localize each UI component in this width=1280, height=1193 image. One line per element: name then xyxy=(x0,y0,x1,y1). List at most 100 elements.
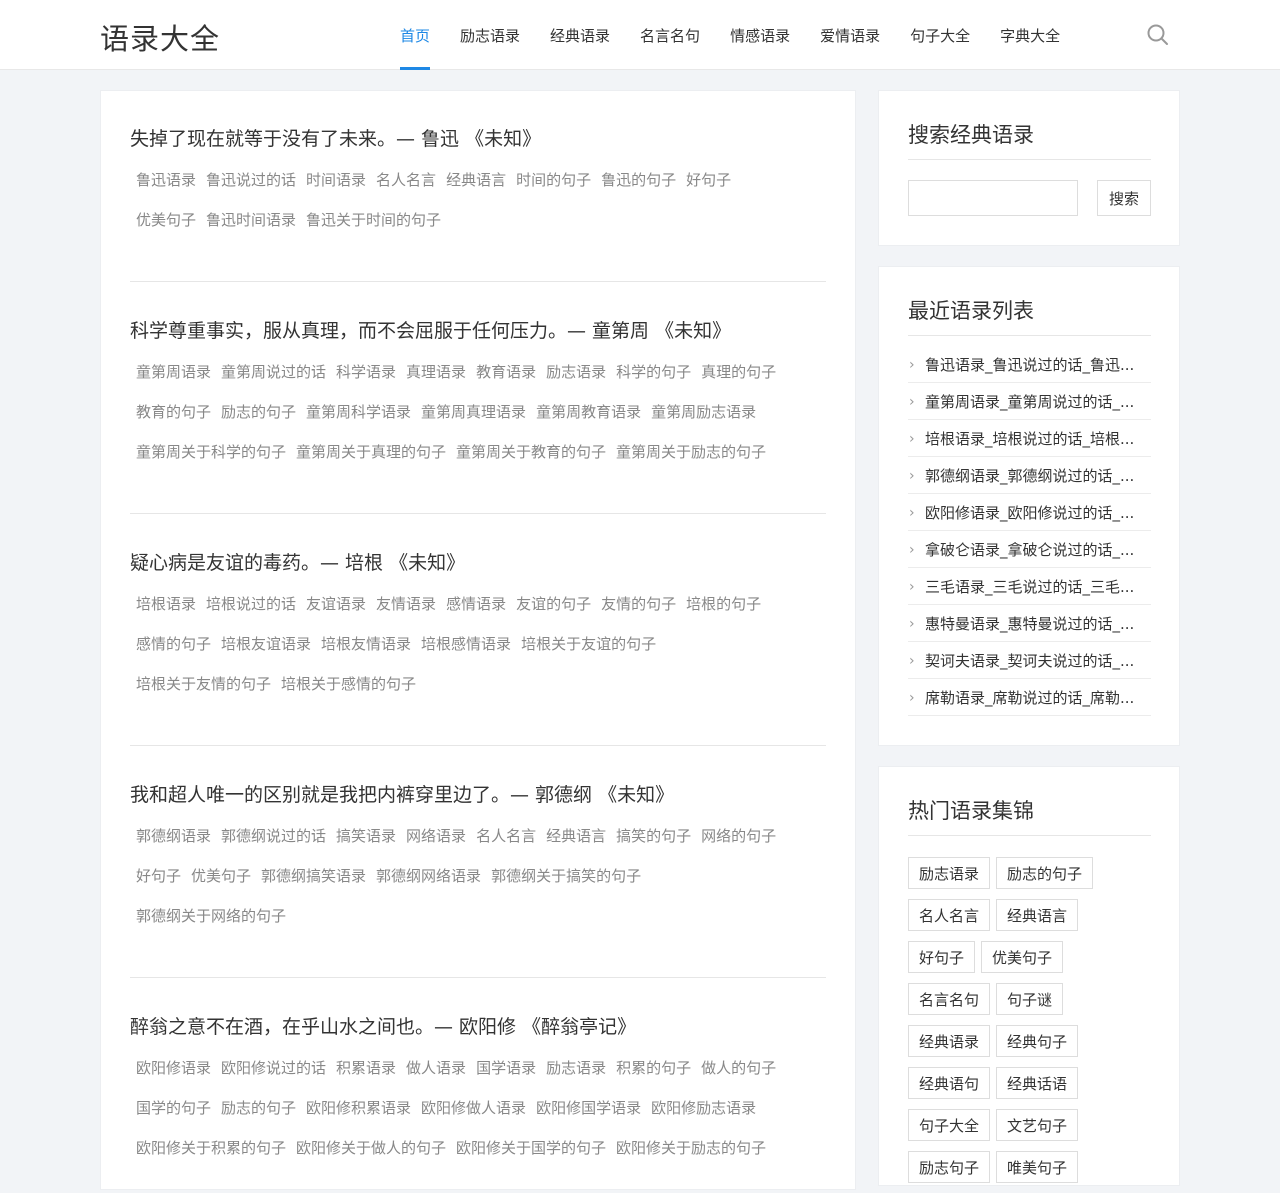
hot-tag[interactable]: 经典语句 xyxy=(908,1067,991,1099)
search-icon[interactable] xyxy=(1146,23,1170,47)
hot-tag[interactable]: 经典句子 xyxy=(996,1025,1079,1057)
hot-tag[interactable]: 经典话语 xyxy=(996,1067,1079,1099)
hot-tag[interactable]: 励志语录 xyxy=(908,857,991,889)
nav-item-love[interactable]: 爱情语录 xyxy=(805,0,895,70)
tag-link[interactable]: 欧阳修国学语录 xyxy=(536,1096,641,1120)
site-logo[interactable]: 语录大全 xyxy=(100,16,220,58)
hot-tag[interactable]: 经典语录 xyxy=(908,1025,991,1057)
recent-item[interactable]: › 三毛语录_三毛说过的话_三毛... xyxy=(908,568,1151,605)
hot-tag[interactable]: 经典语言 xyxy=(996,899,1079,931)
tag-link[interactable]: 国学的句子 xyxy=(136,1096,211,1120)
tag-link[interactable]: 真理语录 xyxy=(406,360,466,384)
tag-link[interactable]: 培根关于感情的句子 xyxy=(281,672,416,696)
tag-link[interactable]: 搞笑语录 xyxy=(336,824,396,848)
nav-item-emotion[interactable]: 情感语录 xyxy=(715,0,805,70)
tag-link[interactable]: 时间的句子 xyxy=(516,168,591,192)
post-title[interactable]: 醉翁之意不在酒，在乎山水之间也。— 欧阳修 《醉翁亭记》 xyxy=(130,1013,826,1041)
post-title[interactable]: 科学尊重事实，服从真理，而不会屈服于任何压力。— 童第周 《未知》 xyxy=(130,317,826,345)
tag-link[interactable]: 网络语录 xyxy=(406,824,466,848)
tag-link[interactable]: 童第周真理语录 xyxy=(421,400,526,424)
tag-link[interactable]: 欧阳修语录 xyxy=(136,1056,211,1080)
tag-link[interactable]: 经典语言 xyxy=(446,168,506,192)
tag-link[interactable]: 好句子 xyxy=(136,864,181,888)
tag-link[interactable]: 友情语录 xyxy=(376,592,436,616)
tag-link[interactable]: 培根感情语录 xyxy=(421,632,511,656)
tag-link[interactable]: 童第周励志语录 xyxy=(651,400,756,424)
tag-link[interactable]: 名人名言 xyxy=(476,824,536,848)
tag-link[interactable]: 郭德纲网络语录 xyxy=(376,864,481,888)
tag-link[interactable]: 培根的句子 xyxy=(686,592,761,616)
tag-link[interactable]: 国学语录 xyxy=(476,1056,536,1080)
recent-item[interactable]: › 鲁迅语录_鲁迅说过的话_鲁迅... xyxy=(908,346,1151,383)
hot-tag[interactable]: 励志的句子 xyxy=(996,857,1094,889)
recent-item[interactable]: › 惠特曼语录_惠特曼说过的话_... xyxy=(908,605,1151,642)
tag-link[interactable]: 郭德纲关于网络的句子 xyxy=(136,904,286,928)
recent-item[interactable]: › 培根语录_培根说过的话_培根... xyxy=(908,420,1151,457)
tag-link[interactable]: 欧阳修关于积累的句子 xyxy=(136,1136,286,1160)
tag-link[interactable]: 鲁迅关于时间的句子 xyxy=(306,208,441,232)
tag-link[interactable]: 培根友谊语录 xyxy=(221,632,311,656)
post-title[interactable]: 我和超人唯一的区别就是我把内裤穿里边了。— 郭德纲 《未知》 xyxy=(130,781,826,809)
tag-link[interactable]: 欧阳修积累语录 xyxy=(306,1096,411,1120)
tag-link[interactable]: 童第周科学语录 xyxy=(306,400,411,424)
nav-item-classic[interactable]: 经典语录 xyxy=(535,0,625,70)
recent-item[interactable]: › 席勒语录_席勒说过的话_席勒... xyxy=(908,679,1151,716)
tag-link[interactable]: 童第周关于教育的句子 xyxy=(456,440,606,464)
tag-link[interactable]: 名人名言 xyxy=(376,168,436,192)
tag-link[interactable]: 培根关于友谊的句子 xyxy=(521,632,656,656)
tag-link[interactable]: 友谊的句子 xyxy=(516,592,591,616)
tag-link[interactable]: 欧阳修励志语录 xyxy=(651,1096,756,1120)
tag-link[interactable]: 友谊语录 xyxy=(306,592,366,616)
tag-link[interactable]: 励志语录 xyxy=(546,360,606,384)
tag-link[interactable]: 经典语言 xyxy=(546,824,606,848)
search-button[interactable]: 搜索 xyxy=(1097,180,1151,216)
hot-tag[interactable]: 句子谜 xyxy=(996,983,1064,1015)
post-title[interactable]: 疑心病是友谊的毒药。— 培根 《未知》 xyxy=(130,549,826,577)
tag-link[interactable]: 好句子 xyxy=(686,168,731,192)
hot-tag[interactable]: 唯美句子 xyxy=(996,1151,1079,1183)
tag-link[interactable]: 搞笑的句子 xyxy=(616,824,691,848)
hot-tag[interactable]: 文艺句子 xyxy=(996,1109,1079,1141)
nav-item-famous-quotes[interactable]: 名言名句 xyxy=(625,0,715,70)
tag-link[interactable]: 网络的句子 xyxy=(701,824,776,848)
tag-link[interactable]: 鲁迅时间语录 xyxy=(206,208,296,232)
hot-tag[interactable]: 句子大全 xyxy=(908,1109,991,1141)
hot-tag[interactable]: 名人名言 xyxy=(908,899,991,931)
nav-item-sentences[interactable]: 句子大全 xyxy=(895,0,985,70)
tag-link[interactable]: 励志的句子 xyxy=(221,1096,296,1120)
tag-link[interactable]: 鲁迅语录 xyxy=(136,168,196,192)
tag-link[interactable]: 优美句子 xyxy=(136,208,196,232)
nav-item-home[interactable]: 首页 xyxy=(385,0,445,70)
tag-link[interactable]: 欧阳修关于国学的句子 xyxy=(456,1136,606,1160)
search-input[interactable] xyxy=(908,180,1078,216)
tag-link[interactable]: 鲁迅说过的话 xyxy=(206,168,296,192)
tag-link[interactable]: 做人语录 xyxy=(406,1056,466,1080)
tag-link[interactable]: 励志语录 xyxy=(546,1056,606,1080)
tag-link[interactable]: 鲁迅的句子 xyxy=(601,168,676,192)
tag-link[interactable]: 郭德纲搞笑语录 xyxy=(261,864,366,888)
tag-link[interactable]: 积累的句子 xyxy=(616,1056,691,1080)
tag-link[interactable]: 欧阳修做人语录 xyxy=(421,1096,526,1120)
tag-link[interactable]: 培根友情语录 xyxy=(321,632,411,656)
tag-link[interactable]: 童第周关于科学的句子 xyxy=(136,440,286,464)
recent-item[interactable]: › 童第周语录_童第周说过的话_... xyxy=(908,383,1151,420)
recent-item[interactable]: › 拿破仑语录_拿破仑说过的话_... xyxy=(908,531,1151,568)
hot-tag[interactable]: 励志句子 xyxy=(908,1151,991,1183)
post-title[interactable]: 失掉了现在就等于没有了未来。— 鲁迅 《未知》 xyxy=(130,125,826,153)
tag-link[interactable]: 培根说过的话 xyxy=(206,592,296,616)
tag-link[interactable]: 科学语录 xyxy=(336,360,396,384)
tag-link[interactable]: 郭德纲语录 xyxy=(136,824,211,848)
tag-link[interactable]: 培根语录 xyxy=(136,592,196,616)
tag-link[interactable]: 郭德纲说过的话 xyxy=(221,824,326,848)
tag-link[interactable]: 时间语录 xyxy=(306,168,366,192)
tag-link[interactable]: 童第周关于励志的句子 xyxy=(616,440,766,464)
tag-link[interactable]: 友情的句子 xyxy=(601,592,676,616)
tag-link[interactable]: 欧阳修关于励志的句子 xyxy=(616,1136,766,1160)
recent-item[interactable]: › 契诃夫语录_契诃夫说过的话_... xyxy=(908,642,1151,679)
recent-item[interactable]: › 欧阳修语录_欧阳修说过的话_... xyxy=(908,494,1151,531)
tag-link[interactable]: 科学的句子 xyxy=(616,360,691,384)
tag-link[interactable]: 培根关于友情的句子 xyxy=(136,672,271,696)
nav-item-dictionary[interactable]: 字典大全 xyxy=(985,0,1075,70)
tag-link[interactable]: 优美句子 xyxy=(191,864,251,888)
tag-link[interactable]: 积累语录 xyxy=(336,1056,396,1080)
